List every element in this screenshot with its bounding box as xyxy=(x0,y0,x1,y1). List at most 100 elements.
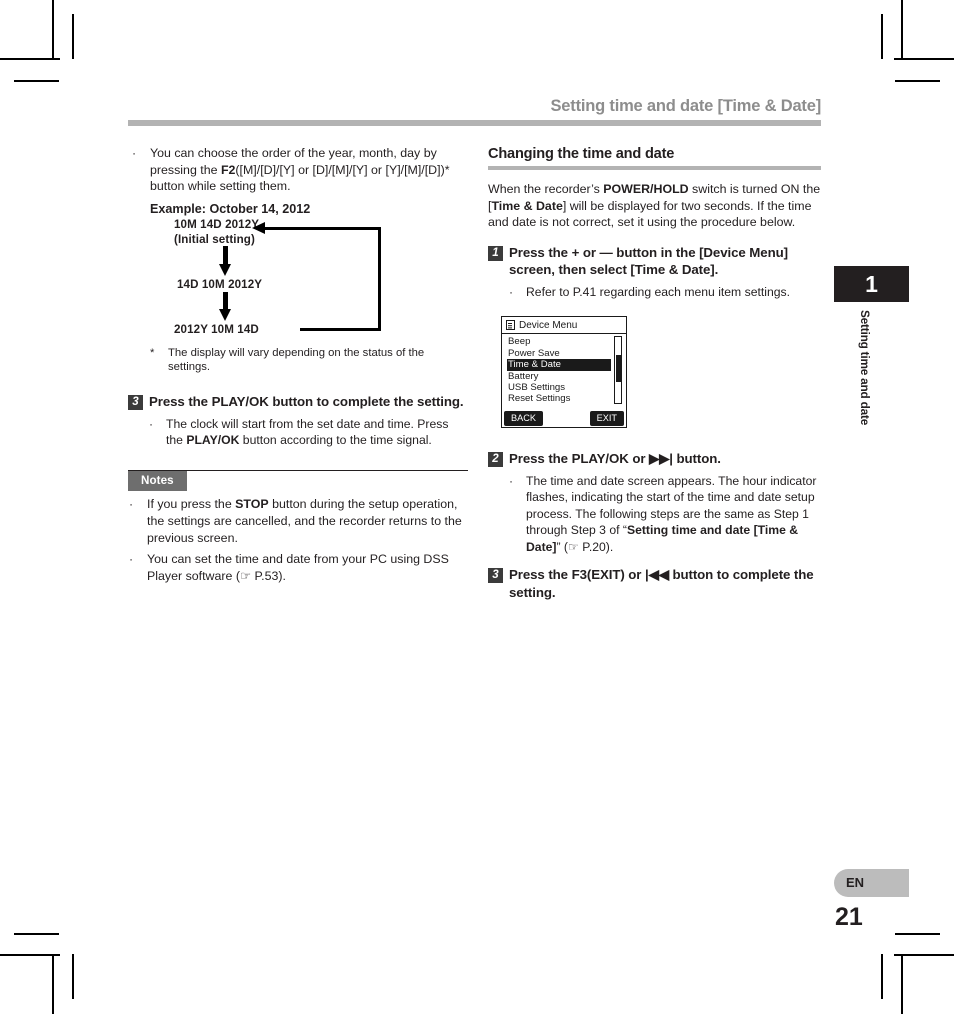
bullet-dot: · xyxy=(129,552,134,567)
lcd-menu-item-time-and-date[interactable]: Time & Date xyxy=(507,359,611,371)
footnote-display-varies: * The display will vary depending on the… xyxy=(128,346,468,375)
cropmark-br-inner-h xyxy=(895,933,940,935)
page-title: Setting time and date [Time & Date] xyxy=(550,97,822,115)
diagram-loop-bottom xyxy=(300,327,381,332)
left-column: · You can choose the order of the year, … xyxy=(128,145,468,584)
cropmark-tl-inner-v xyxy=(72,14,74,59)
bullet-order-selection: · You can choose the order of the year, … xyxy=(128,145,468,195)
lcd-scrollbar-thumb[interactable] xyxy=(615,355,621,383)
fast-forward-icon: ▶▶| xyxy=(649,451,673,467)
lcd-menu-item-usb-settings[interactable]: USB Settings xyxy=(507,382,626,393)
diagram-arrow2-head xyxy=(219,308,231,321)
cropmark-tl-inner-h xyxy=(14,80,59,82)
lcd-softkey-exit[interactable]: EXIT xyxy=(589,411,624,427)
lcd-menu-item-power-save[interactable]: Power Save xyxy=(507,348,626,359)
rewind-icon: |◀◀ xyxy=(644,567,669,582)
menu-list-icon xyxy=(506,320,515,331)
page-number: 21 xyxy=(835,903,863,931)
bullet-dot: · xyxy=(509,284,514,299)
cropmark-tr-inner-h xyxy=(895,80,940,82)
diagram-loop-right xyxy=(377,226,381,331)
note-item-text: You can set the time and date from your … xyxy=(147,551,468,584)
step2-bullet-part2: ” (☞ P.20). xyxy=(556,539,614,554)
bullet-order-bold-f2: F2 xyxy=(220,162,236,177)
note-item: · If you press the STOP button during th… xyxy=(128,496,468,546)
diagram-label-2: 14D 10M 2012Y xyxy=(177,277,263,291)
diagram-loop-top xyxy=(262,226,380,231)
step-1-bullet: · Refer to P.41 regarding each menu item… xyxy=(488,284,821,300)
step3r-part1: Press the F3(EXIT) or xyxy=(509,567,645,582)
step-1-bullet-text: Refer to P.41 regarding each menu item s… xyxy=(526,284,790,299)
footnote-text: The display will vary depending on the s… xyxy=(168,346,425,374)
reference-pointer-icon: ☞ xyxy=(239,568,252,583)
lcd-menu-item-battery[interactable]: Battery xyxy=(507,371,626,382)
right-column: Changing the time and date When the reco… xyxy=(488,145,821,601)
note1-part2: P.53). xyxy=(251,568,286,583)
bullet-order-text: You can choose the order of the year, mo… xyxy=(150,145,468,195)
bullet-dot: · xyxy=(129,497,134,512)
notes-badge: Notes xyxy=(128,471,187,492)
step3-bullet-bold: PLAY/OK xyxy=(186,432,240,447)
note0-part1: If you press the xyxy=(147,497,236,512)
step-3-right-heading: Press the F3(EXIT) or |◀◀ button to comp… xyxy=(509,566,821,601)
date-order-diagram: 10M 14D 2012Y (Initial setting) 14D 10M … xyxy=(128,218,468,342)
cropmark-br-outer-v xyxy=(901,954,903,1014)
chapter-number: 1 xyxy=(834,266,909,302)
intro-part1: When the recorder’s xyxy=(488,182,604,196)
notes-block: Notes · If you press the STOP button dur… xyxy=(128,470,468,584)
diagram-arrow1-head xyxy=(219,263,231,276)
intro-bold-powerhold: POWER/HOLD xyxy=(603,182,689,196)
intro-bold-timedate: Time & Date xyxy=(491,198,563,213)
bullet-dot: · xyxy=(132,146,137,160)
language-badge: EN xyxy=(834,869,909,897)
cropmark-bl-inner-h xyxy=(14,933,59,935)
step3-bullet-part2: button according to the time signal. xyxy=(239,432,432,447)
cropmark-bl-outer-v xyxy=(52,954,54,1014)
cropmark-bl-outer-h xyxy=(0,954,60,956)
step-2-number: 2 xyxy=(488,452,503,468)
cropmark-tr-outer-h xyxy=(894,58,954,60)
note-item-text: If you press the STOP button during the … xyxy=(147,496,468,546)
step-3-bullet: · The clock will start from the set date… xyxy=(128,416,468,449)
footnote-marker: * xyxy=(150,346,155,359)
cropmark-br-inner-v xyxy=(881,954,883,999)
section-heading-divider xyxy=(488,166,821,170)
step-3-bullet-text: The clock will start from the set date a… xyxy=(166,416,468,449)
step-1-number: 1 xyxy=(488,245,503,261)
step-1-right: 1 Press the + or — button in the [Device… xyxy=(488,244,821,279)
chapter-label: Setting time and date xyxy=(858,310,872,426)
step-2-bullet: · The time and date screen appears. The … xyxy=(488,473,821,555)
diagram-label-1-line1: 10M 14D 2012Y xyxy=(174,217,260,231)
diagram-label-3: 2012Y 10M 14D xyxy=(174,322,259,336)
section-heading: Changing the time and date xyxy=(488,146,675,162)
cropmark-tl-outer-v xyxy=(52,0,54,60)
cropmark-tr-inner-v xyxy=(881,14,883,59)
cropmark-tr-outer-v xyxy=(901,0,903,60)
lcd-softkey-back[interactable]: BACK xyxy=(504,411,544,427)
diagram-label-1-line2: (Initial setting) xyxy=(174,232,255,246)
cropmark-br-outer-h xyxy=(894,954,954,956)
example-title: Example: October 14, 2012 xyxy=(150,201,311,216)
step-3-right: 3 Press the F3(EXIT) or |◀◀ button to co… xyxy=(488,566,821,601)
step-3-heading: Press the PLAY/OK button to complete the… xyxy=(149,393,464,409)
step-3-right-number: 3 xyxy=(488,568,503,583)
note1-part1: You can set the time and date from your … xyxy=(147,552,449,583)
bullet-dot: · xyxy=(509,473,514,488)
chapter-side-tab: 1 Setting time and date xyxy=(834,266,909,425)
lcd-menu-item-beep[interactable]: Beep xyxy=(507,336,626,347)
note0-bold-stop: STOP xyxy=(235,497,269,512)
lcd-softkey-bar: BACK EXIT xyxy=(502,411,626,427)
lcd-title-text: Device Menu xyxy=(519,319,578,331)
step-2-bullet-text: The time and date screen appears. The ho… xyxy=(526,473,821,555)
lcd-scrollbar[interactable] xyxy=(614,336,622,405)
step-2-right: 2 Press the PLAY/OK or ▶▶| button. xyxy=(488,450,821,468)
intro-paragraph: When the recorder’s POWER/HOLD switch is… xyxy=(488,181,821,231)
note-item: · You can set the time and date from you… xyxy=(128,551,468,584)
device-menu-screenshot: Device Menu Beep Power Save Time & Date … xyxy=(501,316,627,429)
step-3-number: 3 xyxy=(128,394,143,410)
step2-part1: Press the PLAY/OK or xyxy=(509,451,650,467)
cropmark-tl-outer-h xyxy=(0,58,60,60)
step-3-left: 3 Press the PLAY/OK button to complete t… xyxy=(128,393,468,411)
lcd-menu-item-reset-settings[interactable]: Reset Settings xyxy=(507,393,626,404)
cropmark-bl-inner-v xyxy=(72,954,74,999)
